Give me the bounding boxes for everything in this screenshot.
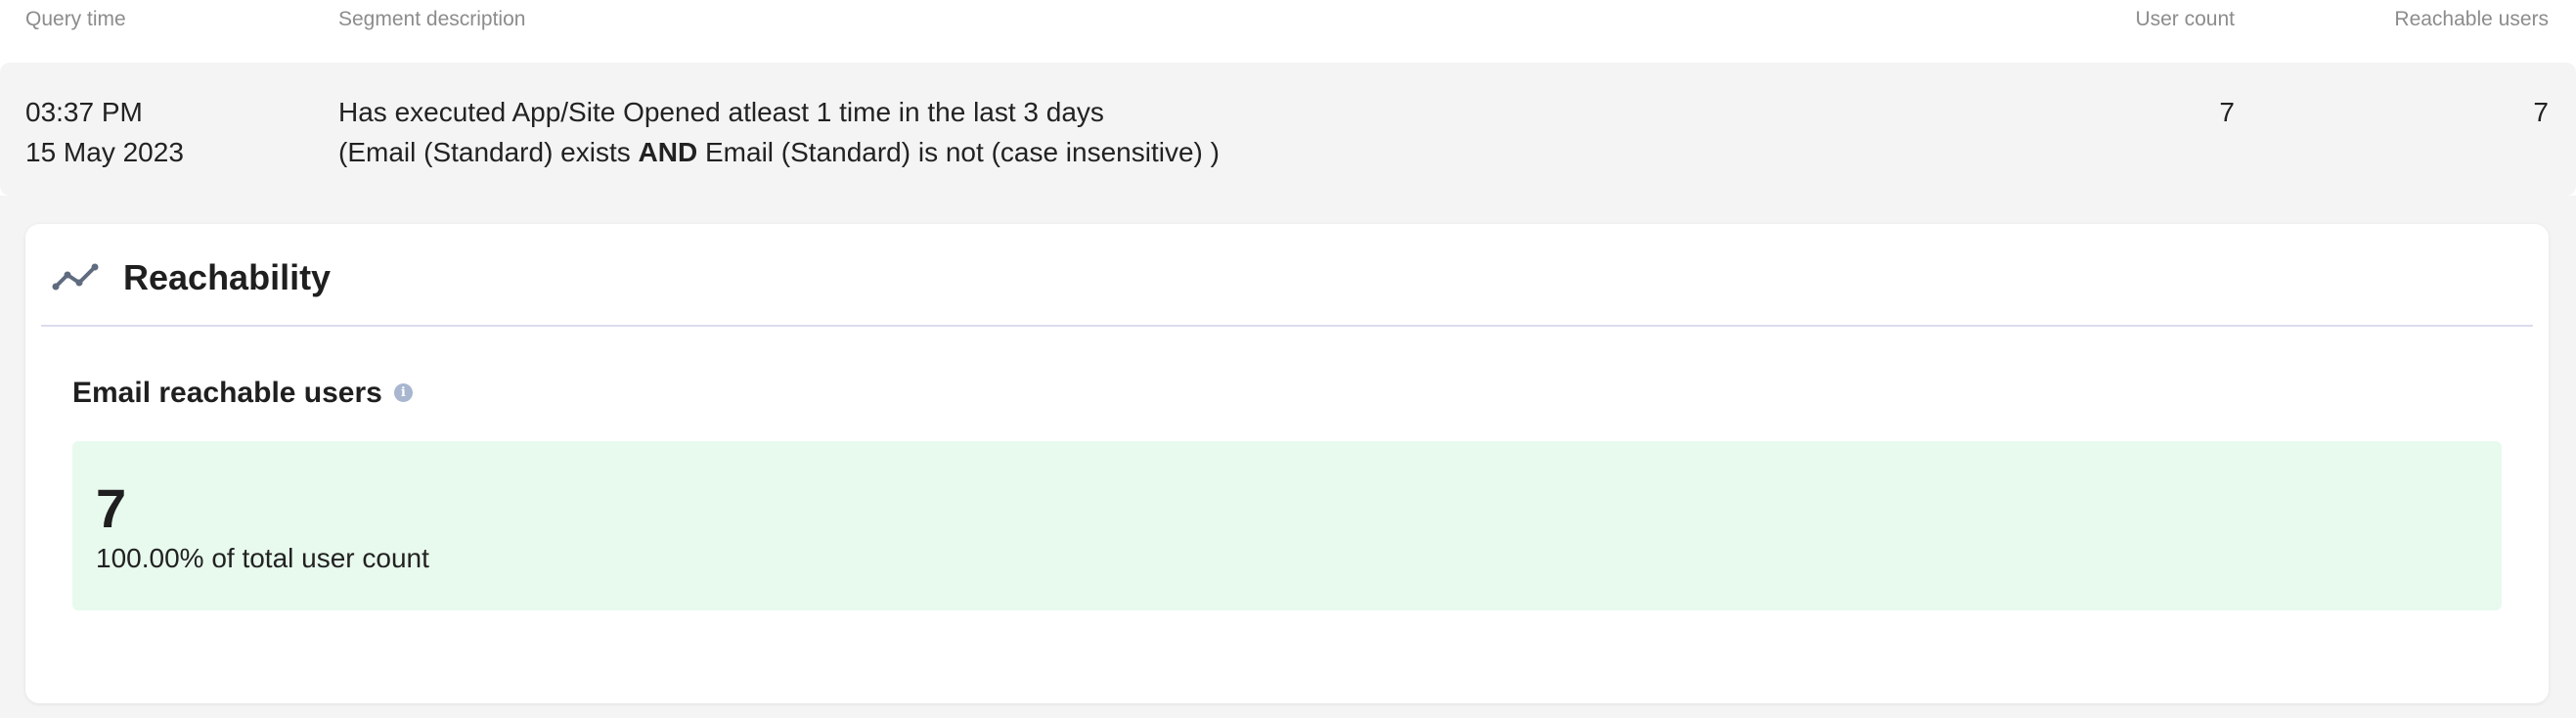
- query-date: 15 May 2023: [25, 137, 184, 167]
- segment-line-2-part-2: Email (Standard) is not (case insensitiv…: [697, 137, 1220, 167]
- reachable-users-cell: 7: [2533, 97, 2549, 127]
- reachability-card: Reachability Email reachable users i 7 10…: [25, 224, 2549, 703]
- info-icon[interactable]: i: [393, 382, 413, 402]
- query-time: 03:37 PM: [25, 97, 143, 127]
- metric-value: 7: [96, 477, 127, 539]
- table-row: 03:37 PM 15 May 2023 Has executed App/Si…: [0, 63, 2576, 196]
- header-query-time: Query time: [25, 8, 126, 30]
- metric-label-text: Email reachable users: [72, 377, 382, 409]
- email-reachable-label: Email reachable users i: [72, 377, 413, 410]
- metric-percentage: 100.00% of total user count: [96, 543, 429, 573]
- segment-line-2: (Email (Standard) exists AND Email (Stan…: [338, 132, 1220, 172]
- reachability-section: Reachability Email reachable users i 7 10…: [0, 196, 2576, 718]
- header-segment-description: Segment description: [338, 8, 526, 30]
- segment-line-2-part-1: (Email (Standard) exists: [338, 137, 639, 167]
- reachability-title: Reachability: [123, 257, 332, 297]
- header-user-count: User count: [2135, 8, 2235, 30]
- trend-line-icon: [52, 263, 99, 291]
- header-reachable-users: Reachable users: [2394, 8, 2549, 30]
- reachability-card-header: Reachability: [41, 224, 2533, 327]
- user-count-cell: 7: [2219, 97, 2235, 127]
- query-time-cell: 03:37 PM 15 May 2023: [25, 92, 184, 172]
- email-reachable-metric: 7 100.00% of total user count: [72, 441, 2502, 610]
- segment-description-cell: Has executed App/Site Opened atleast 1 t…: [338, 92, 1220, 172]
- table-header: Query time Segment description User coun…: [0, 0, 2576, 45]
- segment-operator: AND: [638, 137, 698, 167]
- segment-line-1: Has executed App/Site Opened atleast 1 t…: [338, 97, 1104, 127]
